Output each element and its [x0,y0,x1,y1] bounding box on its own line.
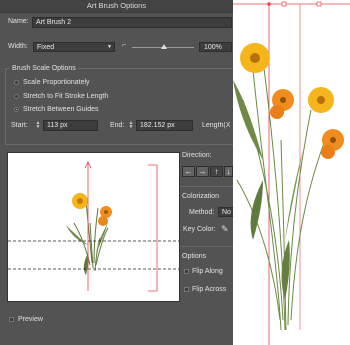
dialog-title: Art Brush Options [0,0,233,13]
flower-orange-2 [321,129,344,159]
stretch-to-fit-label: Stretch to Fit Stroke Length [23,93,109,100]
end-label: End: [110,122,125,129]
flip-along-checkbox[interactable] [184,269,189,274]
stretch-between-guides-label: Stretch Between Guides [23,106,99,113]
flower-medium-yellow [308,87,334,113]
start-stepper[interactable]: ▲ ▼ [35,121,41,130]
preview-label: Preview [18,316,43,323]
name-input[interactable]: Art Brush 2 [32,17,232,28]
stretch-between-guides-radio[interactable] [14,107,19,112]
width-select-value: Fixed [37,44,55,51]
direction-down-button[interactable]: ↓ [224,166,233,177]
chevron-down-icon: ▼ [107,44,112,50]
key-color-label: Key Color: [183,226,216,233]
colorization-header: Colorization [182,193,219,200]
direction-label: Direction: [182,152,212,159]
start-label: Start: [11,122,28,129]
method-select[interactable]: No [218,207,233,217]
divider [180,246,233,247]
anchor-handle[interactable] [316,1,322,7]
width-percent-input[interactable]: 100% [199,42,232,52]
flip-across-label: Flip Across [192,286,227,293]
flower-large-yellow [240,43,270,73]
direction-right-button[interactable]: → [196,166,209,177]
width-slider-thumb[interactable] [161,44,167,49]
preview-checkbox[interactable] [9,317,14,322]
end-input[interactable]: 182.152 px [136,120,193,131]
scale-proportionately-radio[interactable] [14,80,19,85]
brush-preview-area[interactable] [7,152,180,302]
anchor-point[interactable] [267,2,271,6]
direction-up-button[interactable]: ↑ [210,166,223,177]
scale-proportionately-label: Scale Proportionately [23,79,90,86]
artboard-canvas[interactable] [233,0,350,345]
anchor-handle[interactable] [281,1,287,7]
bounds-bracket [148,164,158,292]
width-select[interactable]: Fixed ▼ [33,42,115,52]
leaf [250,180,263,240]
length-label: Length(X [202,122,231,129]
brush-preview-svg [8,161,179,292]
eyedropper-icon[interactable]: ✎ [221,224,229,235]
flower-orange-1 [270,89,294,119]
stretch-to-fit-radio[interactable] [14,94,19,99]
options-header: Options [182,253,207,260]
flip-along-label: Flip Along [192,268,223,275]
pen-pressure-icon[interactable]: ⌐ [122,42,126,49]
brush-scale-legend: Brush Scale Options [10,65,78,72]
direction-left-button[interactable]: ← [182,166,195,177]
start-input[interactable]: 113 px [43,120,98,131]
flip-across-checkbox[interactable] [184,287,189,292]
end-stepper[interactable]: ▲ ▼ [128,121,134,130]
method-label: Method: [189,209,215,216]
art-brush-options-dialog: Art Brush Options Name: Art Brush 2 Widt… [0,0,235,345]
name-label: Name: [8,18,29,25]
divider [180,186,233,187]
art-brush-stroke-svg [233,1,350,345]
width-label: Width: [8,43,28,50]
